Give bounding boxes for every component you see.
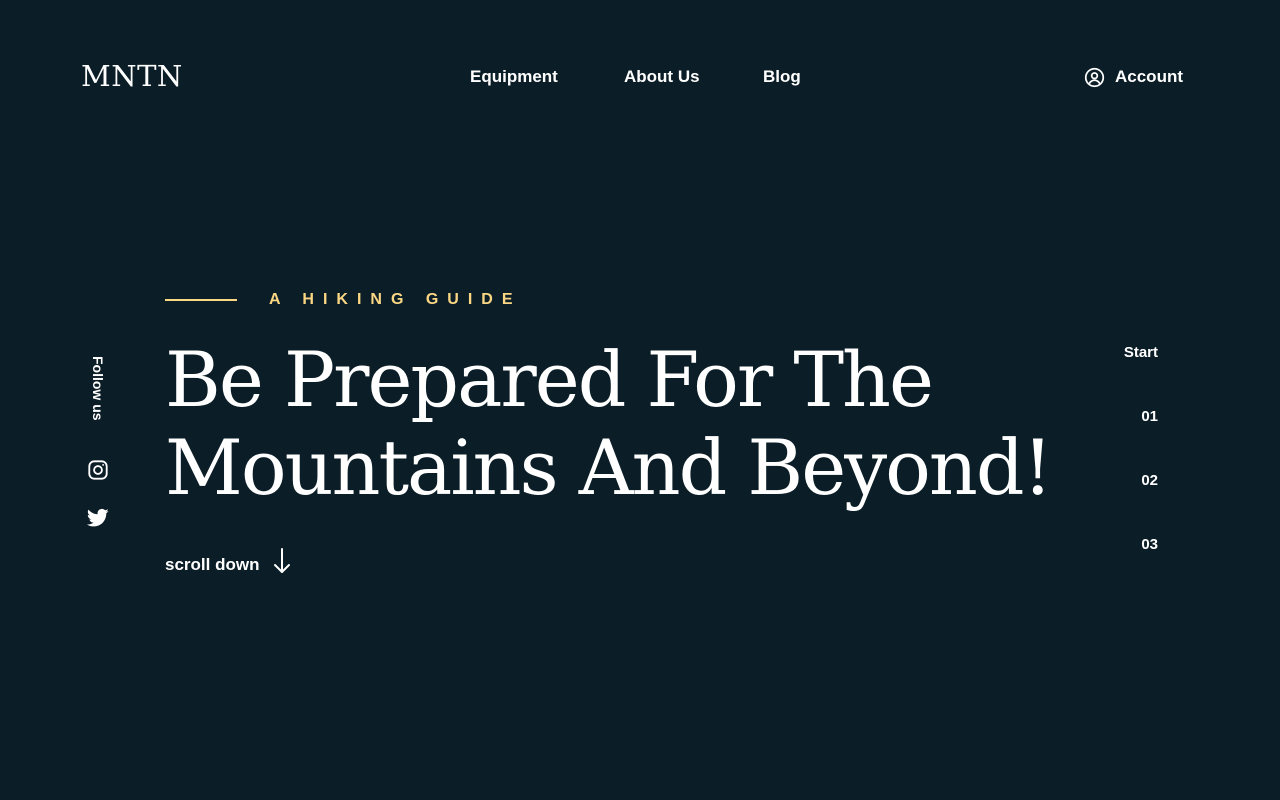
slide-02[interactable]: 02: [1141, 471, 1158, 491]
slide-start[interactable]: Start: [1124, 343, 1158, 363]
eyebrow-divider: [165, 299, 237, 301]
nav-item-about-us[interactable]: About Us: [624, 66, 700, 88]
follow-us-text: Follow us: [90, 356, 106, 421]
eyebrow-text: A HIKING GUIDE: [269, 291, 522, 308]
follow-us-label: Follow us: [88, 356, 108, 428]
hero-headline: Be Prepared For The Mountains And Beyond…: [165, 336, 1125, 512]
hero-page: MNTN Equipment About Us Blog Account A H…: [0, 0, 1280, 800]
hero-eyebrow: A HIKING GUIDE: [165, 289, 522, 311]
user-circle-icon: [1084, 67, 1105, 88]
account-label: Account: [1115, 67, 1183, 86]
nav-item-equipment[interactable]: Equipment: [470, 66, 558, 88]
scroll-down-button[interactable]: scroll down: [165, 548, 291, 582]
slide-01[interactable]: 01: [1141, 407, 1158, 427]
account-link[interactable]: Account: [1084, 66, 1183, 88]
nav-item-blog[interactable]: Blog: [763, 66, 801, 88]
headline-line-2: Mountains And Beyond!: [165, 423, 1053, 512]
headline-line-1: Be Prepared For The: [165, 335, 934, 424]
scroll-down-label: scroll down: [165, 555, 260, 574]
arrow-down-icon: [273, 548, 291, 582]
instagram-icon[interactable]: [87, 459, 109, 481]
slide-03[interactable]: 03: [1141, 535, 1158, 555]
twitter-icon[interactable]: [86, 508, 109, 530]
